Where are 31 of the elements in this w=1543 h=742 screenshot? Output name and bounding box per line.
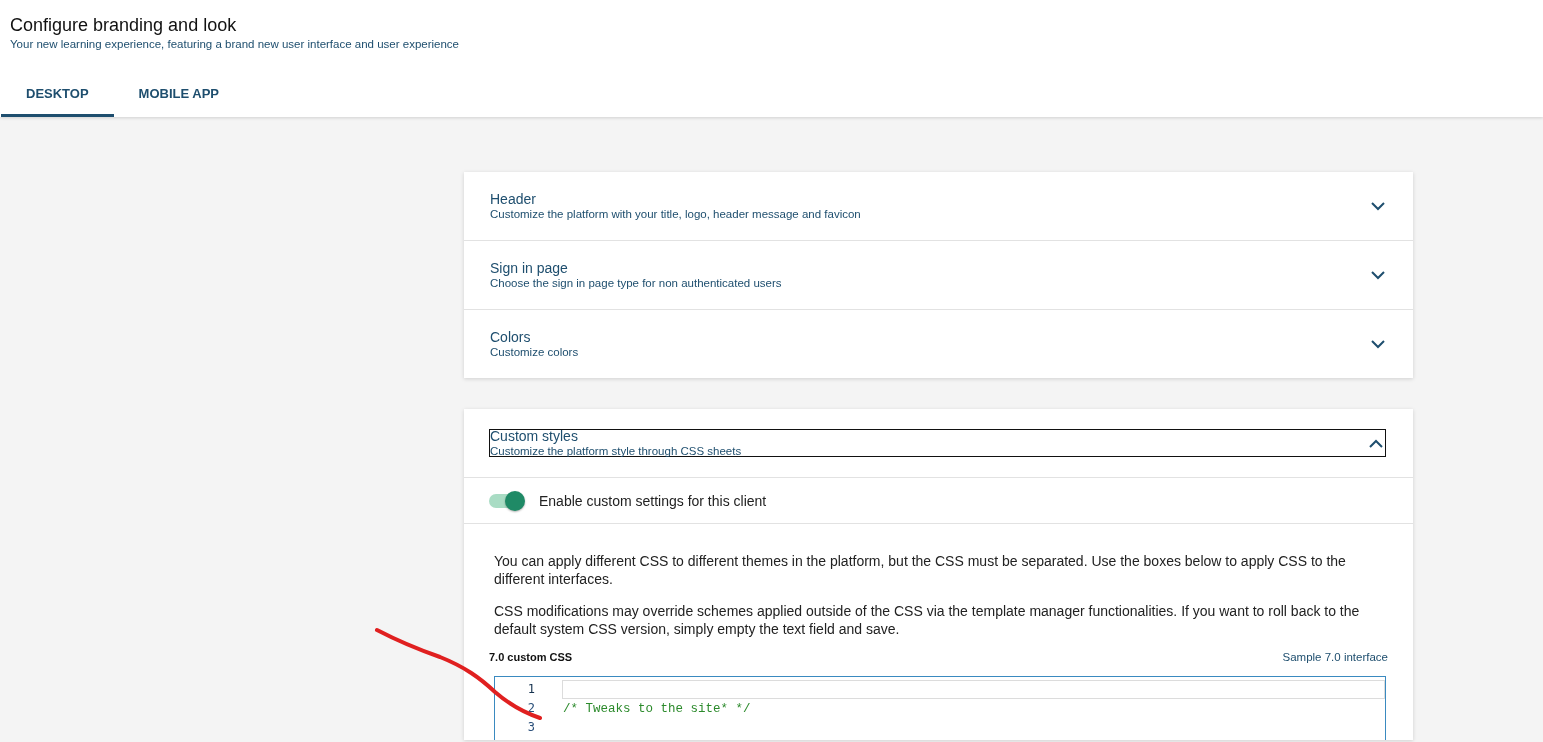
section-subtitle: Choose the sign in page type for non authenticated users [490,276,782,290]
tab[interactable]: MOBILE APP [113,76,245,117]
section-subtitle: Customize the platform style through CSS sheets [490,444,742,458]
chevron-down-icon[interactable] [1371,339,1385,349]
chevron-down-icon[interactable] [1371,201,1385,211]
line-number: 1 [526,681,536,698]
toggle-switch[interactable] [489,493,523,508]
editor-label: 7.0 custom CSS [489,651,573,663]
toggle-label: Enable custom settings for this client [539,492,767,509]
section-title: Sign in page [490,260,569,276]
chevron-down-icon[interactable] [1371,270,1385,280]
section-header[interactable]: Custom styles Customize the platform style through CSS sheets [489,429,1386,457]
section-subtitle: Customize the platform with your title, logo, header message and favicon [490,207,861,221]
page-title: Configure branding and look [9,14,238,36]
section-header[interactable]: Colors Customize colors [489,330,1388,358]
line-number: 3 [526,719,536,736]
page-subtitle: Your new learning experience, featuring a brand new user interface and user experience [9,38,460,50]
section-header[interactable]: Header Customize the platform with your title, logo, header message and favicon [489,192,1388,220]
sample-link[interactable]: Sample 7.0 interface [1282,651,1388,663]
section-title: Header [490,191,537,207]
info-text: CSS modifications may override schemes applied outside of the CSS via the template manager functionalities. If you want to roll back to the default system CSS version, simply empty the text field and save. [494,602,1361,638]
info-text: You can apply different CSS to different themes in the platform, but the CSS must be separated. Use the boxes below to apply CSS to the different interfaces. [494,552,1347,588]
chevron-up-icon[interactable] [1369,438,1383,448]
line-number: 2 [526,700,536,717]
section-title: Colors [490,329,532,345]
tab[interactable]: DESKTOP [1,76,114,117]
section-header[interactable]: Sign in page Choose the sign in page type for non authenticated users [489,261,1388,289]
code-line: /* Tweaks to the site* */ [562,701,752,718]
section-subtitle: Customize colors [490,345,579,359]
code-editor[interactable]: 1 2 /* Tweaks to the site* */ 3 [494,676,1386,740]
section-title: Custom styles [490,428,579,444]
